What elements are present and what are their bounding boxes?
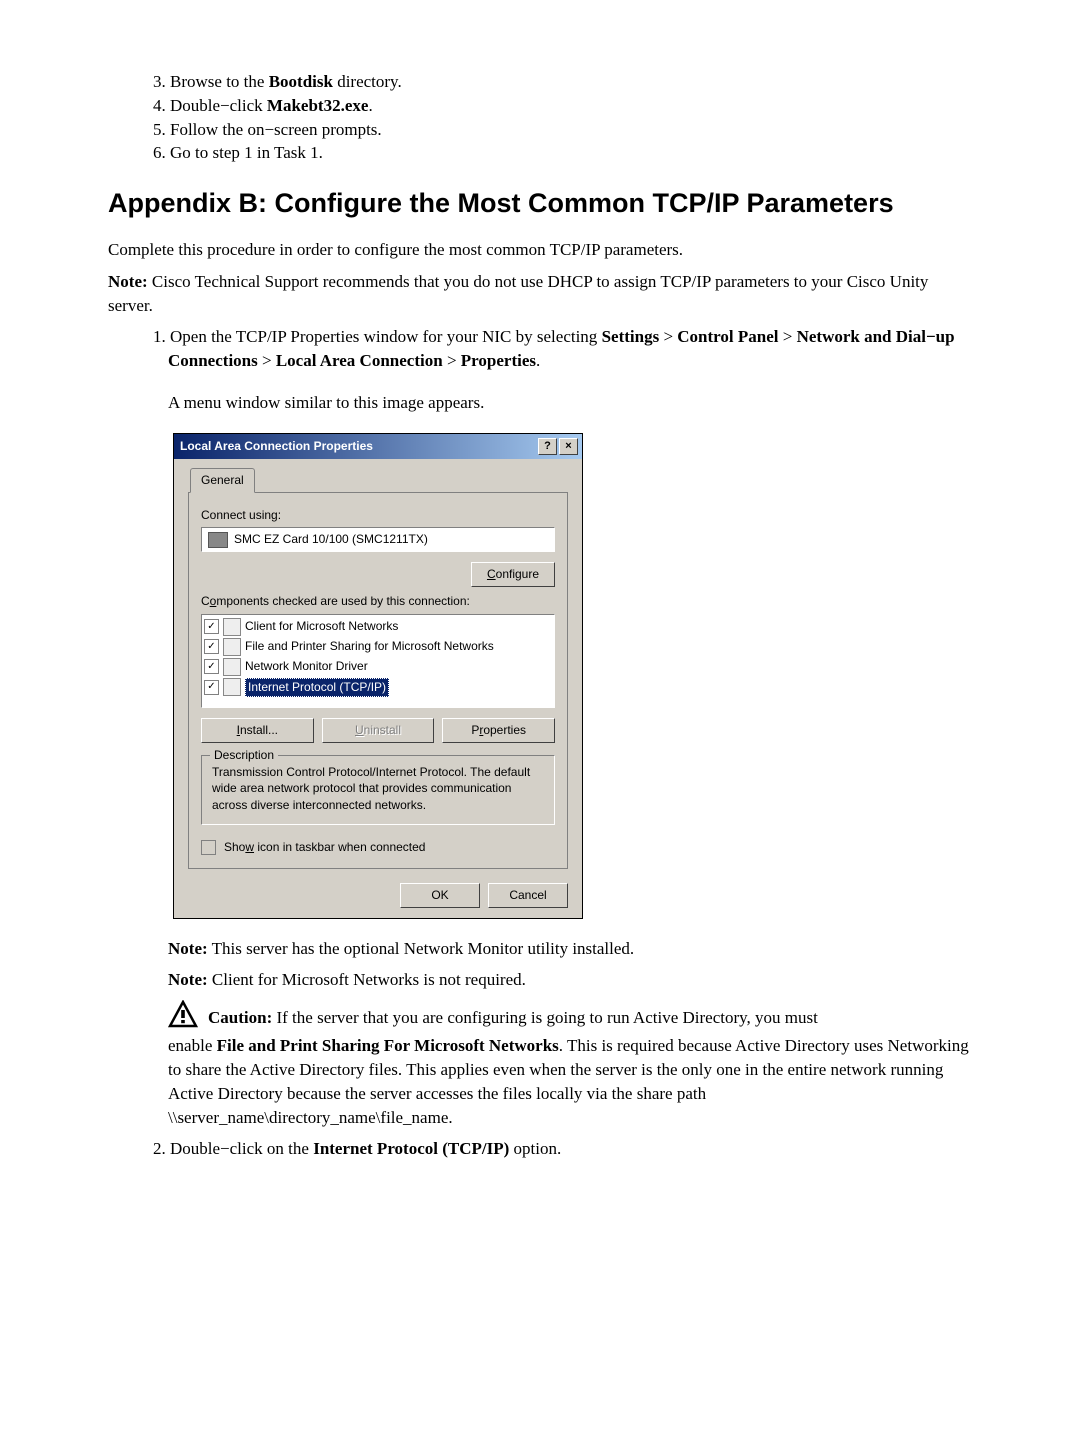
help-button[interactable]: ? [538,438,557,455]
component-item-3[interactable]: ✓ Internet Protocol (TCP/IP) [204,677,552,698]
tab-general[interactable]: General [190,468,255,493]
note-3: Note: Client for Microsoft Networks is n… [168,968,972,992]
procedure-step-2-list: Double−click on the Internet Protocol (T… [108,1137,972,1161]
show-icon-label: Show icon in taskbar when connected [224,839,425,856]
ok-button[interactable]: OK [400,883,480,908]
procedure-steps: Open the TCP/IP Properties window for yo… [108,325,972,373]
steps-list-cont: Browse to the Bootdisk directory. Double… [108,70,972,165]
dialog-title: Local Area Connection Properties [180,438,373,455]
configure-button[interactable]: Configure [471,562,555,587]
component-label: Network Monitor Driver [245,658,368,675]
step-4: Double−click Makebt32.exe. [168,94,972,118]
component-item-1[interactable]: ✓ File and Printer Sharing for Microsoft… [204,637,552,657]
adapter-name: SMC EZ Card 10/100 (SMC1211TX) [234,531,428,548]
adapter-field: SMC EZ Card 10/100 (SMC1211TX) [201,527,555,552]
step-6: Go to step 1 in Task 1. [168,141,972,165]
caution-line-1: Caution: If the server that you are conf… [168,1000,972,1030]
note-1: Note: Cisco Technical Support recommends… [108,270,972,318]
component-item-2[interactable]: ✓ Network Monitor Driver [204,657,552,677]
component-label: Client for Microsoft Networks [245,618,398,635]
description-group: Description Transmission Control Protoco… [201,755,555,825]
procedure-step-2: Double−click on the Internet Protocol (T… [168,1137,972,1161]
connect-using-label: Connect using: [201,507,555,524]
step-3: Browse to the Bootdisk directory. [168,70,972,94]
checkbox-icon[interactable]: ✓ [204,680,219,695]
client-icon [223,618,241,636]
close-button[interactable]: × [559,438,578,455]
show-icon-row[interactable]: Show icon in taskbar when connected [201,839,555,856]
description-text: Transmission Control Protocol/Internet P… [212,764,544,814]
service-icon [223,638,241,656]
description-title: Description [210,747,278,764]
nic-icon [208,532,228,548]
protocol-icon [223,678,241,696]
components-label: Components checked are used by this conn… [201,593,555,610]
cancel-button[interactable]: Cancel [488,883,568,908]
caution-rest: enable File and Print Sharing For Micros… [168,1034,972,1129]
component-label-selected: Internet Protocol (TCP/IP) [245,678,389,697]
show-icon-checkbox[interactable] [201,840,216,855]
dialog-titlebar[interactable]: Local Area Connection Properties ? × [174,434,582,459]
procedure-step-1: Open the TCP/IP Properties window for yo… [168,325,972,373]
note-2: Note: This server has the optional Netwo… [168,937,972,961]
checkbox-icon[interactable]: ✓ [204,619,219,634]
intro-paragraph: Complete this procedure in order to conf… [108,238,972,262]
checkbox-icon[interactable]: ✓ [204,659,219,674]
protocol-icon [223,658,241,676]
uninstall-button: Uninstall [322,718,435,743]
step-5: Follow the on−screen prompts. [168,118,972,142]
tab-panel: Connect using: SMC EZ Card 10/100 (SMC12… [188,492,568,869]
checkbox-icon[interactable]: ✓ [204,639,219,654]
install-button[interactable]: Install... [201,718,314,743]
component-item-0[interactable]: ✓ Client for Microsoft Networks [204,617,552,637]
properties-dialog: Local Area Connection Properties ? × Gen… [173,433,583,919]
step-1-note: A menu window similar to this image appe… [168,391,972,415]
properties-button[interactable]: Properties [442,718,555,743]
appendix-heading: Appendix B: Configure the Most Common TC… [108,185,972,223]
caution-icon [168,1000,198,1030]
component-label: File and Printer Sharing for Microsoft N… [245,638,494,655]
components-list[interactable]: ✓ Client for Microsoft Networks ✓ File a… [201,614,555,708]
